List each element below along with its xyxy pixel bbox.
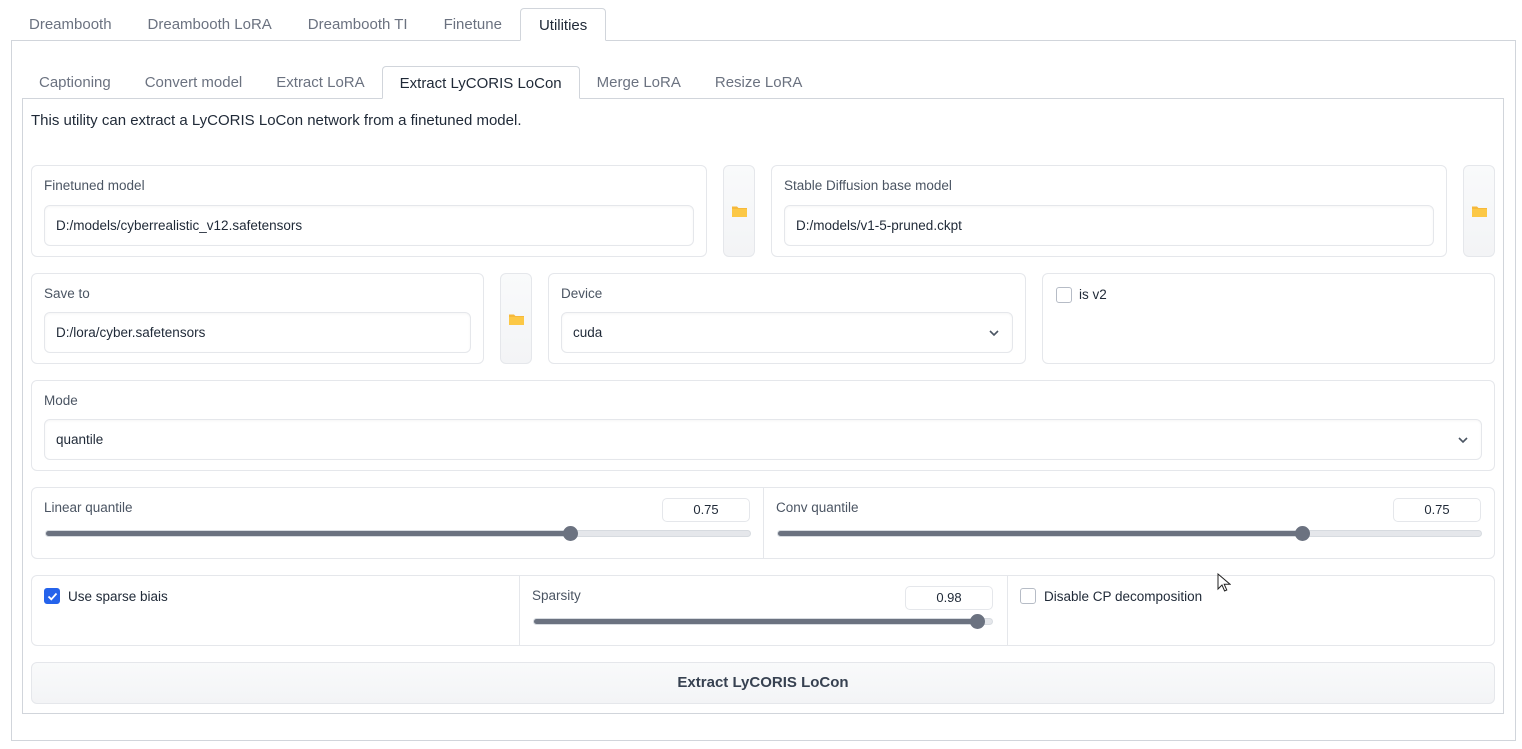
linear-quantile-label: Linear quantile bbox=[44, 500, 133, 515]
mouse-cursor-icon bbox=[1217, 573, 1231, 592]
mode-group: Mode quantile bbox=[31, 380, 1495, 471]
save-to-browse-button[interactable] bbox=[500, 273, 532, 364]
use-sparse-bias-label: Use sparse biais bbox=[68, 589, 168, 604]
intro-text: This utility can extract a LyCORIS LoCon… bbox=[31, 112, 522, 129]
linear-quantile-slider[interactable] bbox=[45, 526, 751, 541]
save-to-input[interactable]: D:/lora/cyber.safetensors bbox=[44, 312, 471, 353]
conv-quantile-slider-thumb[interactable] bbox=[1294, 526, 1310, 541]
divider bbox=[519, 576, 520, 645]
finetuned-model-group: Finetuned model D:/models/cyberrealistic… bbox=[31, 165, 707, 257]
chevron-down-icon bbox=[989, 330, 999, 337]
check-icon bbox=[47, 592, 58, 601]
sparsity-slider-thumb[interactable] bbox=[969, 614, 985, 629]
sub-tab-bar: Captioning Convert model Extract LoRA Ex… bbox=[22, 66, 819, 99]
mode-label: Mode bbox=[44, 393, 78, 408]
tab-utilities[interactable]: Utilities bbox=[519, 8, 607, 41]
sparsity-group: Use sparse biais Sparsity 0.98 Disable C… bbox=[31, 575, 1495, 646]
finetuned-model-browse-button[interactable] bbox=[723, 165, 755, 257]
tab-finetune[interactable]: Finetune bbox=[426, 8, 520, 41]
conv-quantile-number[interactable]: 0.75 bbox=[1393, 498, 1481, 522]
tab-resize-lora[interactable]: Resize LoRA bbox=[698, 66, 820, 99]
device-select[interactable]: cuda bbox=[561, 312, 1013, 353]
disable-cp-checkbox[interactable] bbox=[1020, 588, 1036, 604]
top-tab-bar: Dreambooth Dreambooth LoRA Dreambooth TI… bbox=[11, 8, 607, 41]
tab-dreambooth[interactable]: Dreambooth bbox=[11, 8, 130, 41]
save-to-label: Save to bbox=[44, 286, 90, 301]
linear-quantile-number[interactable]: 0.75 bbox=[662, 498, 750, 522]
sparsity-number[interactable]: 0.98 bbox=[905, 586, 993, 610]
device-label: Device bbox=[561, 286, 603, 301]
use-sparse-bias-checkbox[interactable] bbox=[44, 588, 60, 604]
is-v2-label: is v2 bbox=[1079, 287, 1107, 302]
tab-dreambooth-ti[interactable]: Dreambooth TI bbox=[290, 8, 426, 41]
tab-extract-lycoris-locon[interactable]: Extract LyCORIS LoCon bbox=[381, 66, 580, 99]
finetuned-model-input[interactable]: D:/models/cyberrealistic_v12.safetensors bbox=[44, 205, 694, 246]
base-model-group: Stable Diffusion base model D:/models/v1… bbox=[771, 165, 1447, 257]
sparsity-slider[interactable] bbox=[533, 614, 993, 629]
base-model-browse-button[interactable] bbox=[1463, 165, 1495, 257]
chevron-down-icon bbox=[1458, 437, 1468, 444]
sparsity-label: Sparsity bbox=[532, 588, 581, 603]
folder-icon bbox=[731, 206, 747, 217]
conv-quantile-label: Conv quantile bbox=[776, 500, 859, 515]
extract-lycoris-locon-button[interactable]: Extract LyCORIS LoCon bbox=[31, 662, 1495, 704]
tab-convert-model[interactable]: Convert model bbox=[128, 66, 260, 99]
tab-dreambooth-lora[interactable]: Dreambooth LoRA bbox=[130, 8, 290, 41]
device-group: Device cuda bbox=[548, 273, 1026, 364]
quantile-group: Linear quantile 0.75 Conv quantile 0.75 bbox=[31, 487, 1495, 559]
linear-quantile-slider-thumb[interactable] bbox=[563, 526, 579, 541]
folder-icon bbox=[1471, 206, 1487, 217]
is-v2-checkbox[interactable] bbox=[1056, 287, 1072, 303]
divider bbox=[1007, 576, 1008, 645]
divider bbox=[763, 488, 764, 558]
tab-captioning[interactable]: Captioning bbox=[22, 66, 128, 99]
base-model-label: Stable Diffusion base model bbox=[784, 178, 952, 193]
folder-icon bbox=[508, 314, 524, 325]
conv-quantile-slider[interactable] bbox=[777, 526, 1482, 541]
save-to-group: Save to D:/lora/cyber.safetensors bbox=[31, 273, 484, 364]
tab-extract-lora[interactable]: Extract LoRA bbox=[259, 66, 381, 99]
is-v2-group: is v2 bbox=[1042, 273, 1495, 364]
disable-cp-label: Disable CP decomposition bbox=[1044, 589, 1203, 604]
mode-select[interactable]: quantile bbox=[44, 419, 1482, 460]
finetuned-model-label: Finetuned model bbox=[44, 178, 145, 193]
tab-merge-lora[interactable]: Merge LoRA bbox=[580, 66, 698, 99]
base-model-input[interactable]: D:/models/v1-5-pruned.ckpt bbox=[784, 205, 1434, 246]
